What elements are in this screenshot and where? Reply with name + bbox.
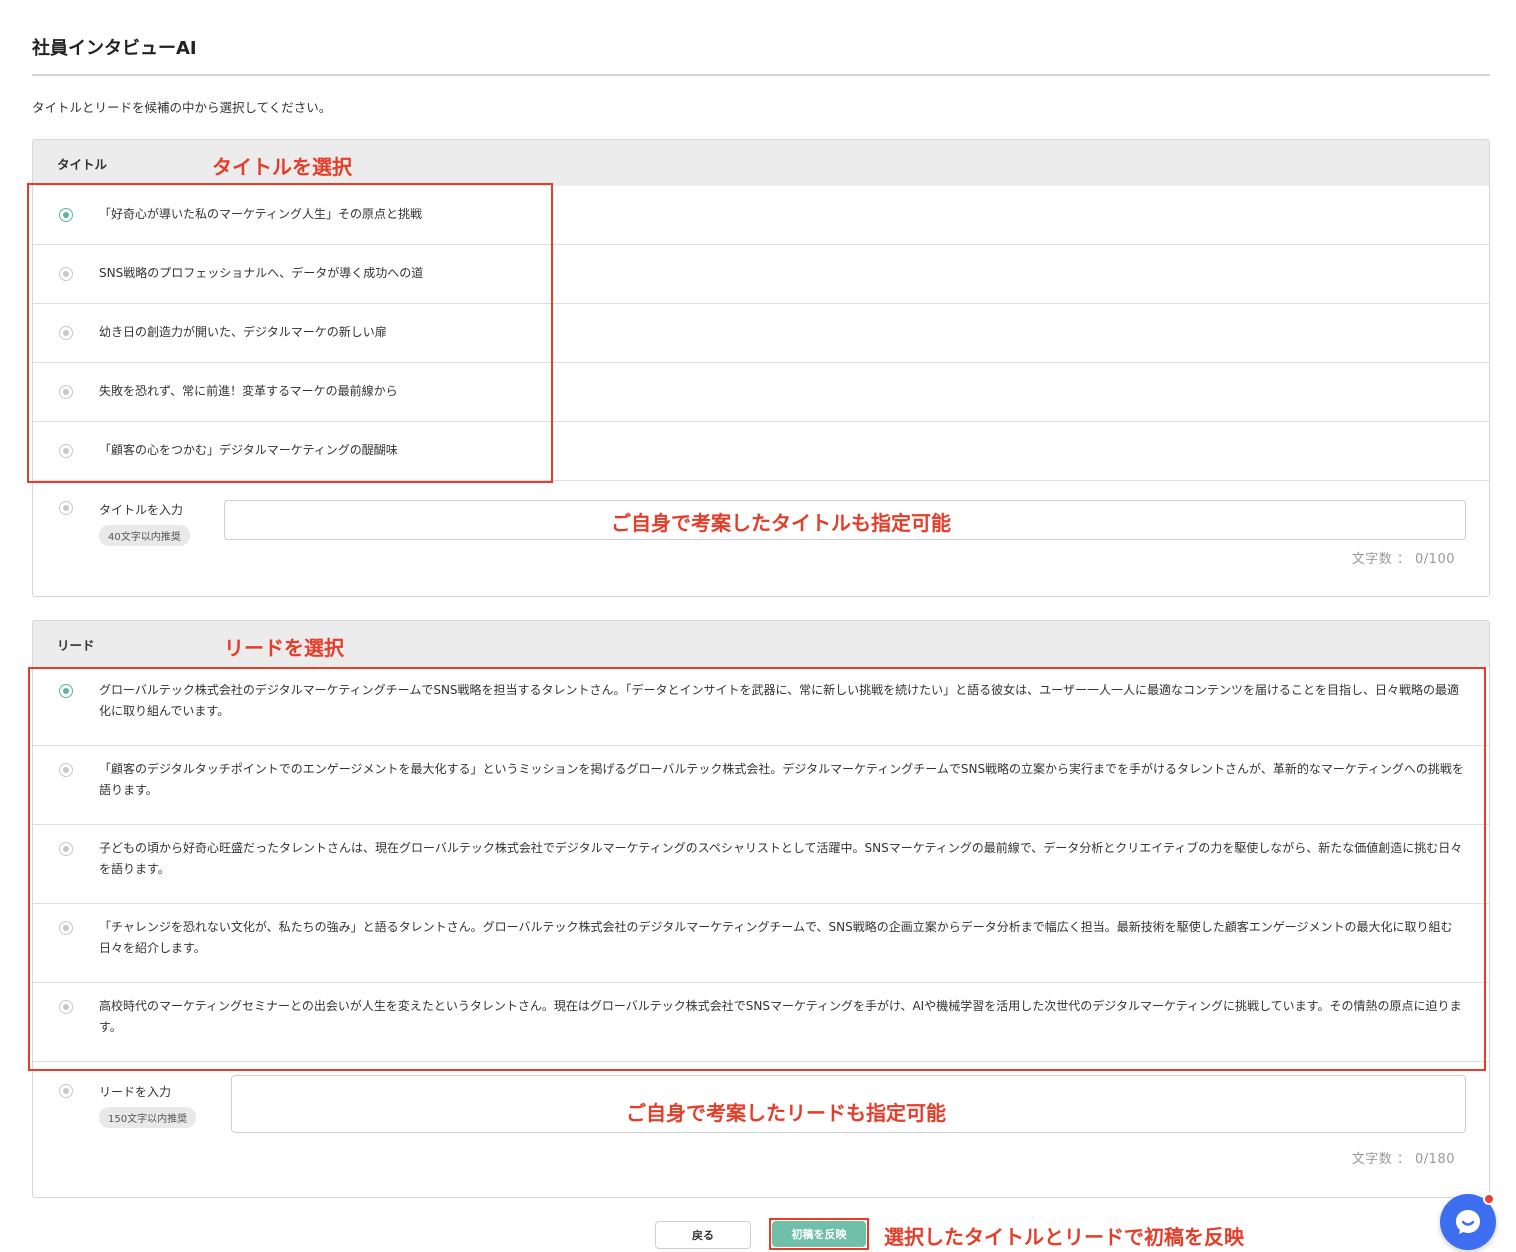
lead-option[interactable]: グローバルテック株式会社のデジタルマーケティングチームでSNS戦略を担当するタレ… (33, 667, 1489, 746)
title-char-count: 文字数 ： 0/100 (1351, 552, 1455, 567)
apply-draft-button[interactable]: 初稿を反映 (772, 1221, 866, 1247)
title-option-radio[interactable] (59, 326, 73, 340)
lead-option-label: 高校時代のマーケティングセミナーとの出会いが人生を変えたというタレントさん。現在… (99, 999, 1462, 1034)
custom-title-label: タイトルを入力 (99, 503, 184, 517)
custom-lead-row: リードを入力 150文字以内推奨 文字数 ： 0/180 (33, 1062, 1489, 1197)
custom-lead-radio[interactable] (59, 1084, 73, 1098)
lead-option-label: 「チャレンジを恐れない文化が、私たちの強み」と語るタレントさん。グローバルテック… (99, 920, 1453, 955)
title-option-label: 「好奇心が導いた私のマーケティング人生」その原点と挑戦 (99, 207, 423, 221)
lead-option-radio[interactable] (59, 1000, 73, 1014)
lead-char-count: 文字数 ： 0/180 (1351, 1152, 1455, 1167)
chat-bubble-icon (1456, 1210, 1480, 1234)
page-title: 社員インタビューAI (32, 38, 197, 59)
title-option-label: SNS戦略のプロフェッショナルへ、データが導く成功への道 (99, 266, 424, 280)
title-option-radio[interactable] (59, 385, 73, 399)
title-option-label: 幼き日の創造力が開いた、デジタルマーケの新しい扉 (99, 325, 387, 339)
lead-option-radio[interactable] (59, 763, 73, 777)
lead-option-label: グローバルテック株式会社のデジタルマーケティングチームでSNS戦略を担当するタレ… (99, 683, 1459, 718)
instruction-text: タイトルとリードを候補の中から選択してください。 (32, 100, 332, 115)
title-option-radio[interactable] (59, 267, 73, 281)
annotation-apply-note: 選択したタイトルとリードで初稿を反映 (884, 1225, 1244, 1249)
title-option[interactable]: SNS戦略のプロフェッショナルへ、データが導く成功への道 (33, 245, 1489, 304)
title-option-radio[interactable] (59, 208, 73, 222)
lead-option-radio[interactable] (59, 684, 73, 698)
back-button[interactable]: 戻る (655, 1221, 751, 1249)
lead-option-radio[interactable] (59, 921, 73, 935)
annotation-custom-lead: ご自身で考案したリードも指定可能 (626, 1101, 946, 1125)
annotation-select-lead: リードを選択 (224, 636, 344, 660)
lead-option[interactable]: 「顧客のデジタルタッチポイントでのエンゲージメントを最大化する」というミッション… (33, 746, 1489, 825)
lead-option[interactable]: 子どもの頃から好奇心旺盛だったタレントさんは、現在グローバルテック株式会社でデジ… (33, 825, 1489, 904)
title-option[interactable]: 失敗を恐れず、常に前進！変革するマーケの最前線から (33, 363, 1489, 422)
custom-lead-label: リードを入力 (99, 1085, 172, 1099)
title-option[interactable]: 「好奇心が導いた私のマーケティング人生」その原点と挑戦 (33, 186, 1489, 245)
title-option-label: 失敗を恐れず、常に前進！変革するマーケの最前線から (99, 384, 398, 398)
custom-lead-badge: 150文字以内推奨 (99, 1107, 197, 1128)
title-option[interactable]: 「顧客の心をつかむ」デジタルマーケティングの醍醐味 (33, 422, 1489, 481)
lead-option-label: 「顧客のデジタルタッチポイントでのエンゲージメントを最大化する」というミッション… (99, 762, 1464, 797)
lead-option[interactable]: 「チャレンジを恐れない文化が、私たちの強み」と語るタレントさん。グローバルテック… (33, 904, 1489, 983)
annotation-select-title: タイトルを選択 (212, 155, 352, 179)
custom-title-radio[interactable] (59, 501, 73, 515)
chat-notification-badge (1483, 1193, 1495, 1205)
annotation-custom-title: ご自身で考案したタイトルも指定可能 (611, 511, 951, 535)
title-divider (32, 74, 1490, 76)
custom-title-row: タイトルを入力 40文字以内推奨 文字数 ： 0/100 (33, 481, 1489, 593)
lead-option-label: 子どもの頃から好奇心旺盛だったタレントさんは、現在グローバルテック株式会社でデジ… (99, 841, 1463, 876)
lead-option-radio[interactable] (59, 842, 73, 856)
custom-title-badge: 40文字以内推奨 (99, 525, 190, 546)
title-option-radio[interactable] (59, 444, 73, 458)
lead-option[interactable]: 高校時代のマーケティングセミナーとの出会いが人生を変えたというタレントさん。現在… (33, 983, 1489, 1062)
title-option[interactable]: 幼き日の創造力が開いた、デジタルマーケの新しい扉 (33, 304, 1489, 363)
title-option-label: 「顧客の心をつかむ」デジタルマーケティングの醍醐味 (99, 443, 398, 457)
